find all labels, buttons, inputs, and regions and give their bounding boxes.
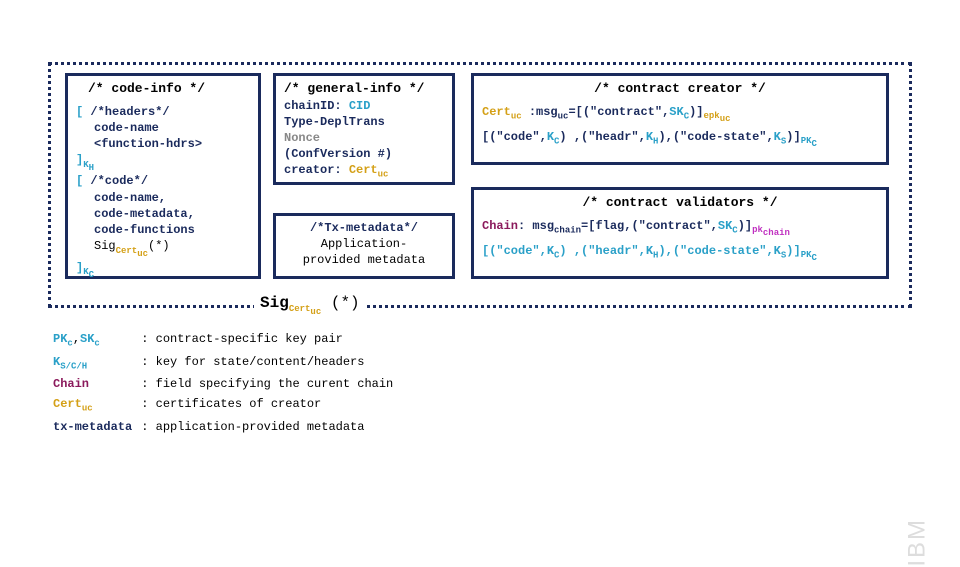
legend-row: Certuc: certificates of creator (52, 395, 399, 416)
creator-cert: Certuc (349, 163, 389, 177)
legend-row: Chain: field specifying the curent chain (52, 375, 399, 393)
general-info-title: /* general-info */ (284, 80, 444, 98)
chainid-label: chainID: (284, 99, 349, 113)
cid: CID (349, 99, 371, 113)
tx-meta-1: Application- (284, 236, 444, 252)
creator-label: creator: (284, 163, 349, 177)
validators-line2: [("code",KC) ,("headr",KH),("code-state"… (482, 243, 878, 264)
legend-row: PKc,SKc: contract-specific key pair (52, 330, 399, 351)
contract-creator-box: /* contract creator */ Certuc :msguc=[("… (471, 73, 889, 165)
key-kh: KH (83, 160, 94, 170)
legend: PKc,SKc: contract-specific key pair KS/C… (50, 328, 401, 438)
code-name2: code-name, (76, 190, 250, 206)
key-kc: KC (83, 267, 94, 277)
headers-comment: /*headers*/ (90, 105, 169, 119)
validators-line1: Chain: msgchain=[flag,("contract",SKC)]p… (482, 218, 878, 239)
legend-row: tx-metadata: application-provided metada… (52, 418, 399, 436)
code-functions: code-functions (76, 222, 250, 238)
nonce: Nonce (284, 130, 444, 146)
type-depl: Type-DeplTrans (284, 114, 444, 130)
brand-watermark: IBM (904, 518, 932, 567)
code-comment: /*code*/ (90, 174, 148, 188)
creator-line1: Certuc :msguc=[("contract",SKC)]epkuc (482, 104, 878, 125)
code-info-title: /* code-info */ (76, 80, 250, 98)
tx-meta-2: provided metadata (284, 252, 444, 268)
legend-row: KS/C/H: key for state/content/headers (52, 353, 399, 374)
code-metadata: code-metadata, (76, 206, 250, 222)
tx-metadata-box: /*Tx-metadata*/ Application- provided me… (273, 213, 455, 279)
validators-title: /* contract validators */ (482, 194, 878, 212)
tx-metadata-title: /*Tx-metadata*/ (284, 220, 444, 236)
creator-title: /* contract creator */ (482, 80, 878, 98)
function-hdrs: <function-hdrs> (76, 136, 250, 152)
conf-version: (ConfVersion #) (284, 146, 444, 162)
contract-validators-box: /* contract validators */ Chain: msgchai… (471, 187, 889, 279)
general-info-box: /* general-info */ chainID: CID Type-Dep… (273, 73, 455, 185)
diagram-outer: /* code-info */ [ /*headers*/ code-name … (48, 62, 912, 308)
code-name: code-name (76, 120, 250, 136)
code-info-box: /* code-info */ [ /*headers*/ code-name … (65, 73, 261, 279)
bracket-open: [ (76, 105, 90, 119)
sig-cert: SigCertuc(*) (76, 238, 250, 259)
creator-line2: [("code",KC) ,("headr",KH),("code-state"… (482, 129, 878, 150)
sig-label: SigCertuc (*) (254, 294, 366, 317)
bracket-open-code: [ (76, 174, 90, 188)
